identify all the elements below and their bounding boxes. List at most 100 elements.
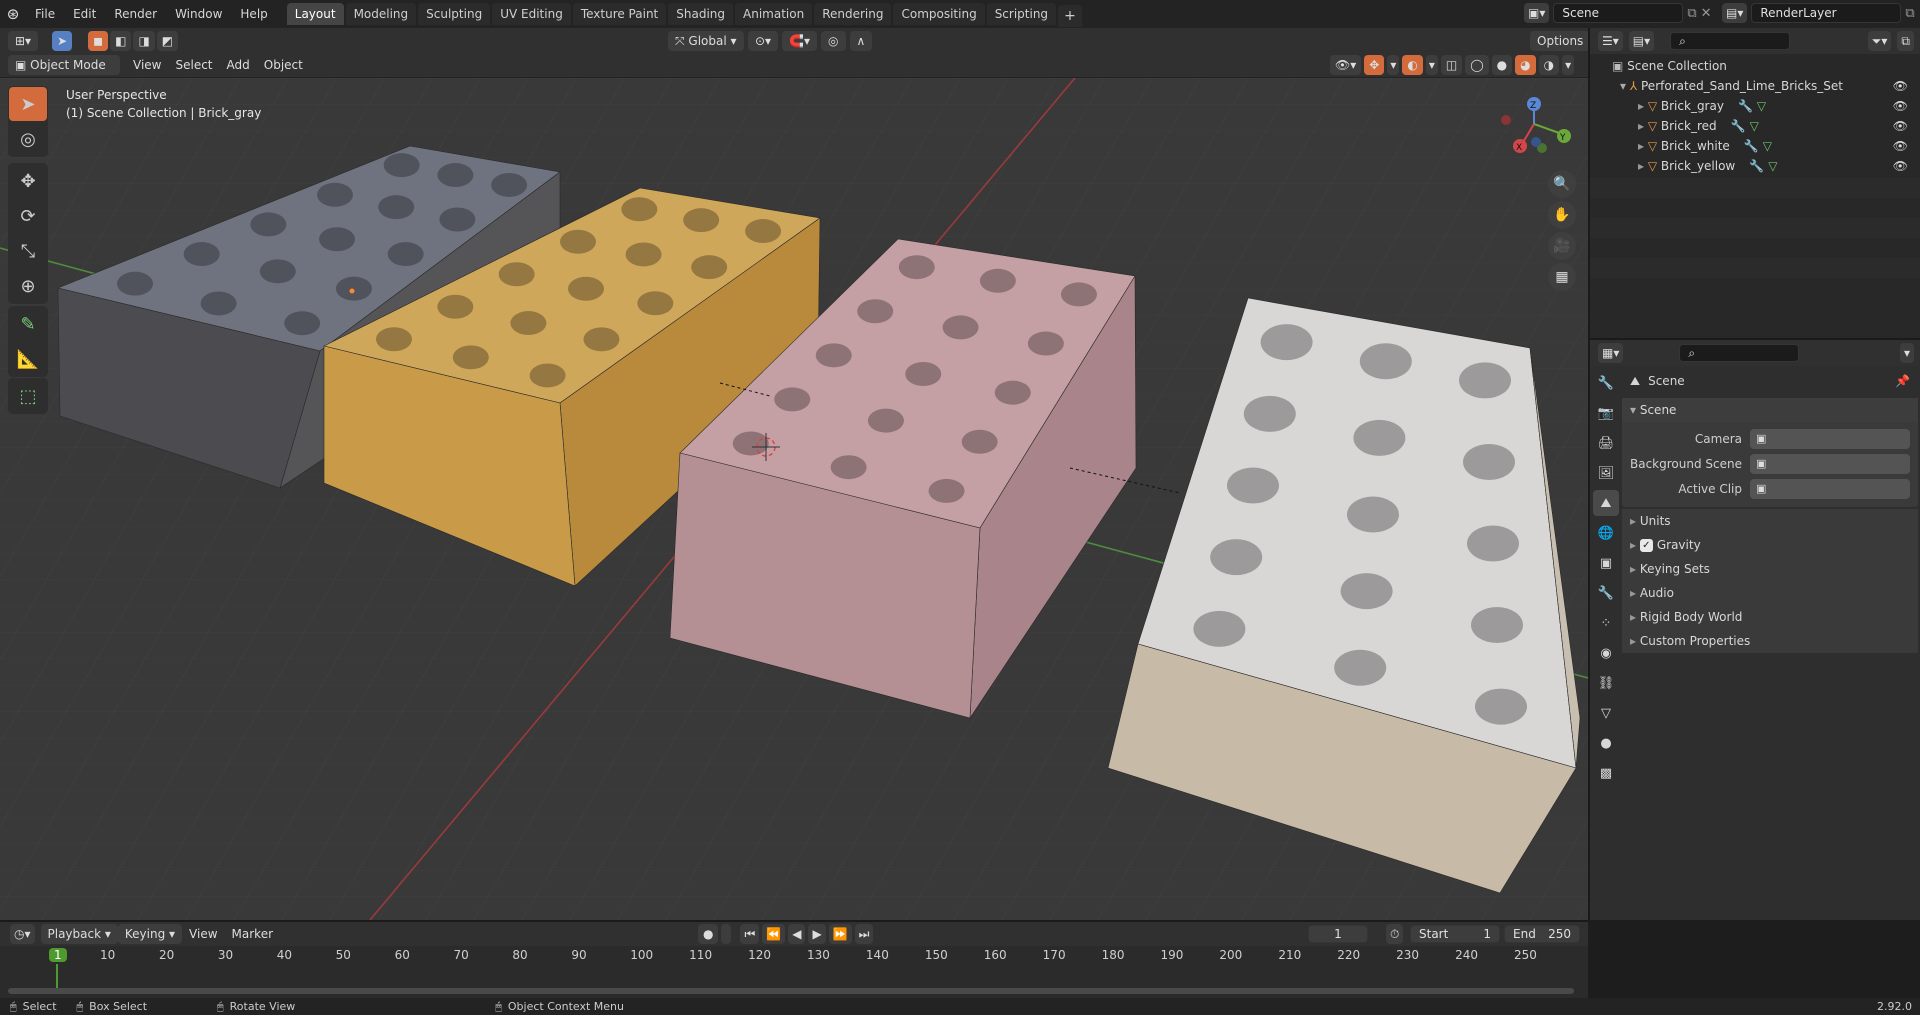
- new-scene-icon[interactable]: ⧉: [1687, 6, 1696, 21]
- tool-tab-icon[interactable]: 🔧: [1593, 370, 1619, 396]
- overlay-toggle-icon[interactable]: ◐: [1402, 54, 1423, 75]
- collection-row[interactable]: ▾ ⅄ Perforated_Sand_Lime_Bricks_Set 👁: [1590, 76, 1920, 96]
- mesh-data-icon[interactable]: ▽: [1750, 119, 1759, 133]
- prop-field-background-scene[interactable]: ▣: [1750, 453, 1910, 474]
- snap-icon[interactable]: 🧲▾: [782, 31, 818, 51]
- panel-custom-properties[interactable]: ▸ Custom Properties: [1622, 629, 1918, 653]
- select-new-icon[interactable]: ◼: [88, 31, 109, 51]
- zoom-icon[interactable]: 🔍: [1548, 170, 1576, 198]
- cursor-tool-icon[interactable]: ◎: [9, 122, 47, 156]
- scene-collection-row[interactable]: ▣ Scene Collection: [1590, 56, 1920, 76]
- falloff-icon[interactable]: ∧: [849, 31, 873, 51]
- properties-search-input[interactable]: ⌕: [1679, 344, 1800, 362]
- render-tab-icon[interactable]: 📷: [1593, 400, 1619, 426]
- jump-keyframe-back-icon[interactable]: ⏪: [762, 924, 786, 944]
- viewport-scene[interactable]: Z Y X: [0, 78, 1588, 920]
- outliner-item-brick-gray[interactable]: ▸ ▽ Brick_gray 🔧 ▽ 👁: [1590, 96, 1920, 116]
- modifier-tab-icon[interactable]: 🔧: [1593, 580, 1619, 606]
- outliner-item-brick-white[interactable]: ▸ ▽ Brick_white 🔧 ▽ 👁: [1590, 136, 1920, 156]
- timeline-menu-view[interactable]: View: [182, 927, 224, 941]
- panel-gravity[interactable]: ▸ ✓ Gravity: [1622, 533, 1918, 557]
- object-tab-icon[interactable]: ▣: [1593, 550, 1619, 576]
- transform-orientation-select[interactable]: ⤧ Global ▾: [668, 31, 744, 51]
- mode-select[interactable]: ▣ Object Mode ▾: [8, 54, 120, 92]
- new-collection-icon[interactable]: ⧉: [1897, 31, 1914, 51]
- select-subtract-icon[interactable]: ◨: [133, 31, 155, 51]
- modifier-wrench-icon[interactable]: 🔧: [1738, 99, 1753, 113]
- filter-icon[interactable]: ⏷▾: [1867, 31, 1892, 51]
- options-button[interactable]: Options ▾: [1530, 31, 1591, 68]
- menu-file[interactable]: File: [26, 0, 64, 28]
- view-layer-tab-icon[interactable]: 🖼: [1593, 460, 1619, 486]
- modifier-wrench-icon[interactable]: 🔧: [1744, 139, 1759, 153]
- mesh-data-icon[interactable]: ▽: [1768, 159, 1777, 173]
- world-tab-icon[interactable]: 🌐: [1593, 520, 1619, 546]
- expand-arrow-icon[interactable]: ▸: [1638, 119, 1648, 133]
- select-tool-icon[interactable]: ➤: [52, 31, 73, 51]
- particles-tab-icon[interactable]: ⁘: [1593, 610, 1619, 636]
- tab-shading[interactable]: Shading: [668, 3, 733, 25]
- jump-start-icon[interactable]: ⏮: [740, 924, 760, 944]
- collapse-arrow-icon[interactable]: ▾: [1620, 79, 1630, 93]
- rotate-tool-icon[interactable]: ⟳: [9, 199, 47, 233]
- tab-modeling[interactable]: Modeling: [345, 3, 417, 25]
- pan-hand-icon[interactable]: ✋: [1548, 201, 1576, 229]
- current-frame-field[interactable]: 1: [1308, 925, 1368, 943]
- material-tab-icon[interactable]: ●: [1593, 730, 1619, 756]
- timeline-ruler[interactable]: 1 10 20 30 40 50 60 70 80 90 100 110 120 130 140 150 160…: [0, 946, 1588, 1000]
- move-tool-icon[interactable]: ✥: [9, 164, 47, 198]
- prop-field-camera[interactable]: ▣: [1750, 428, 1910, 449]
- viewport-menu-object[interactable]: Object: [257, 58, 310, 72]
- viewlayer-name-field[interactable]: RenderLayer: [1751, 3, 1902, 23]
- timeline-menu-keying[interactable]: Keying ▾: [117, 924, 183, 944]
- visibility-eye-icon[interactable]: 👁: [1893, 116, 1908, 136]
- visibility-eye-icon[interactable]: 👁: [1893, 156, 1908, 176]
- jump-keyframe-forward-icon[interactable]: ⏩: [828, 924, 852, 944]
- timeline-scrollbar[interactable]: [8, 988, 1574, 994]
- camera-view-icon[interactable]: 🎥: [1548, 232, 1576, 260]
- pivot-point-icon[interactable]: ⊙▾: [748, 31, 779, 51]
- tab-uv-editing[interactable]: UV Editing: [492, 3, 571, 25]
- play-reverse-icon[interactable]: ◀: [788, 924, 806, 944]
- outliner-item-brick-red[interactable]: ▸ ▽ Brick_red 🔧 ▽ 👁: [1590, 116, 1920, 136]
- expand-arrow-icon[interactable]: ▸: [1638, 99, 1648, 113]
- scene-name-field[interactable]: Scene: [1553, 3, 1684, 23]
- editor-type-icon[interactable]: ⊞▾: [8, 31, 39, 51]
- 3d-viewport[interactable]: Z Y X User Perspective (1) Scene Collect…: [0, 78, 1588, 920]
- expand-arrow-icon[interactable]: ▸: [1638, 139, 1648, 153]
- select-extend-icon[interactable]: ◧: [110, 31, 132, 51]
- xray-toggle-icon[interactable]: ◫: [1440, 54, 1463, 75]
- add-cube-tool-icon[interactable]: ⬚: [9, 379, 47, 413]
- timeline-editor-type-icon[interactable]: ◷▾: [10, 924, 35, 944]
- solid-shading-icon[interactable]: ●: [1491, 54, 1513, 75]
- material-shading-icon[interactable]: ◕: [1515, 54, 1536, 75]
- viewlayer-browse-icon[interactable]: ▤▾: [1722, 3, 1748, 23]
- panel-units[interactable]: ▸ Units: [1622, 509, 1918, 533]
- delete-scene-icon[interactable]: ✕: [1701, 6, 1712, 21]
- playhead[interactable]: [56, 964, 58, 988]
- gizmo-toggle-icon[interactable]: ✥: [1364, 54, 1385, 75]
- wireframe-shading-icon[interactable]: ◯: [1465, 54, 1489, 75]
- properties-options-icon[interactable]: ▾: [1899, 343, 1914, 363]
- texture-tab-icon[interactable]: ▩: [1593, 760, 1619, 786]
- modifier-wrench-icon[interactable]: 🔧: [1749, 159, 1764, 173]
- tab-rendering[interactable]: Rendering: [814, 3, 892, 25]
- add-workspace-icon[interactable]: +: [1058, 4, 1082, 27]
- panel-audio[interactable]: ▸ Audio: [1622, 581, 1918, 605]
- timeline-menu-marker[interactable]: Marker: [225, 927, 280, 941]
- visibility-icon[interactable]: 👁▾: [1330, 54, 1362, 75]
- panel-rigid-body-world[interactable]: ▸ Rigid Body World: [1622, 605, 1918, 629]
- tab-compositing[interactable]: Compositing: [893, 3, 985, 25]
- pin-icon[interactable]: 📌: [1895, 374, 1910, 388]
- output-tab-icon[interactable]: 🖨: [1593, 430, 1619, 456]
- visibility-eye-icon[interactable]: 👁: [1893, 136, 1908, 156]
- mesh-data-icon[interactable]: ▽: [1757, 99, 1766, 113]
- tab-texture-paint[interactable]: Texture Paint: [572, 3, 667, 25]
- tab-animation[interactable]: Animation: [735, 3, 813, 25]
- transform-tool-icon[interactable]: ⊕: [9, 269, 47, 303]
- properties-editor-type-icon[interactable]: ▦▾: [1598, 343, 1624, 363]
- physics-tab-icon[interactable]: ◉: [1593, 640, 1619, 666]
- rendered-shading-icon[interactable]: ◑: [1538, 54, 1560, 75]
- menu-help[interactable]: Help: [231, 0, 276, 28]
- scene-panel-header[interactable]: ▾ Scene: [1622, 398, 1918, 422]
